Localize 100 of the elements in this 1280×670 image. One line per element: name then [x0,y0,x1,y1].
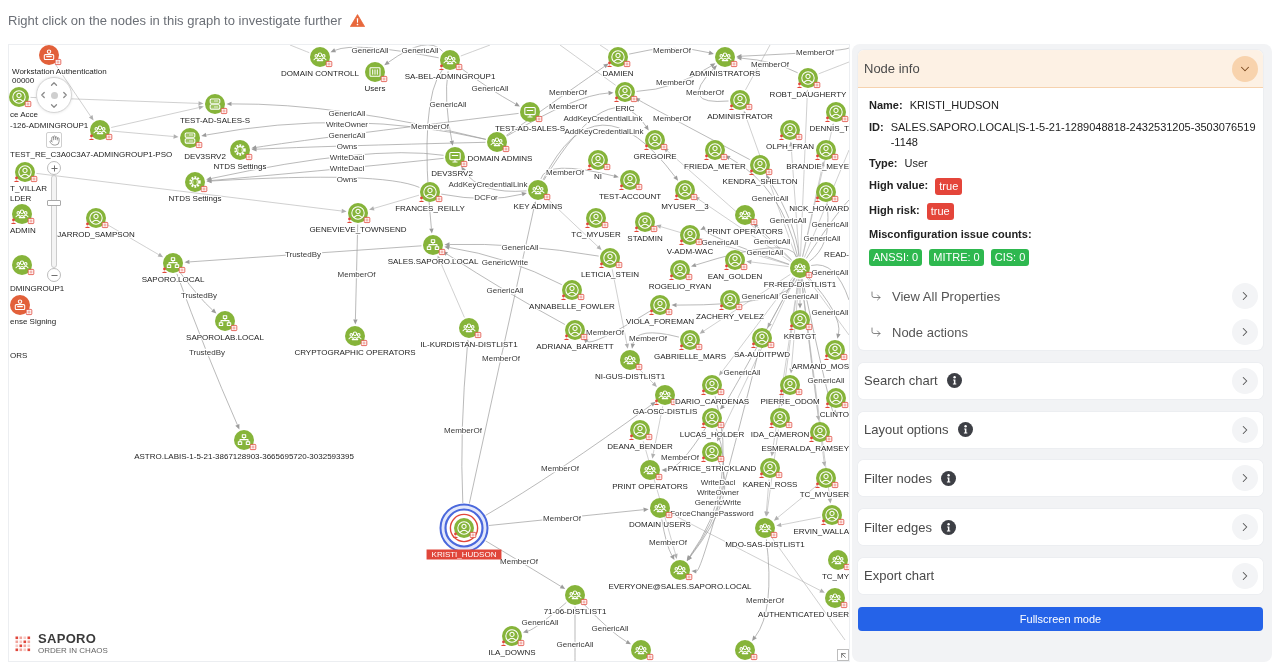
info-icon[interactable] [957,422,973,438]
user-node[interactable] [702,375,722,395]
group-node[interactable] [90,120,110,140]
hierarchy-node[interactable] [163,253,183,273]
user-node[interactable] [454,518,474,538]
zoom-slider-thumb[interactable] [47,199,61,206]
section-title[interactable]: Layout options [864,422,949,438]
group-node[interactable] [825,588,845,608]
zoom-out-button[interactable] [47,268,61,282]
user-node[interactable] [588,150,608,170]
info-icon[interactable] [940,470,956,486]
group-node[interactable] [735,205,755,225]
user-node[interactable] [86,208,106,228]
user-node[interactable] [725,250,745,270]
group-node[interactable] [565,585,585,605]
user-node[interactable] [615,82,635,102]
user-node[interactable] [705,140,725,160]
computer-node[interactable] [445,147,465,167]
user-node[interactable] [420,182,440,202]
gear-node[interactable] [185,172,205,192]
info-icon[interactable] [940,519,956,535]
user-node[interactable] [816,468,836,488]
group-node[interactable] [487,132,507,152]
user-node[interactable] [608,47,628,67]
server-node[interactable] [180,128,200,148]
group-node[interactable] [828,550,848,570]
user-node[interactable] [760,458,780,478]
user-node[interactable] [816,182,836,202]
corner-arrow-button[interactable] [837,649,849,661]
computer-node[interactable] [520,102,540,122]
user-node[interactable] [635,212,655,232]
user-node[interactable] [586,208,606,228]
user-node[interactable] [675,180,695,200]
fullscreen-button[interactable]: Fullscreen mode [858,606,1263,631]
hierarchy-node[interactable] [423,235,443,255]
group-node[interactable] [650,498,670,518]
zoom-in-button[interactable] [47,161,61,175]
user-node[interactable] [702,442,722,462]
user-node[interactable] [826,388,846,408]
hierarchy-node[interactable] [215,311,235,331]
user-node[interactable] [645,130,665,150]
group-node[interactable] [12,204,32,224]
group-node[interactable] [440,50,460,70]
user-node[interactable] [826,102,846,122]
group-node[interactable] [755,518,775,538]
section-title[interactable]: Search chart [864,373,938,389]
user-node[interactable] [348,203,368,223]
user-node[interactable] [790,310,810,330]
user-node[interactable] [780,120,800,140]
pan-control[interactable] [36,77,72,113]
container-node[interactable] [365,62,385,82]
person-card-node[interactable] [39,45,59,65]
user-node[interactable] [562,280,582,300]
user-node[interactable] [780,375,800,395]
user-node[interactable] [600,248,620,268]
user-node[interactable] [15,162,35,182]
user-node[interactable] [9,87,29,107]
user-node[interactable] [798,68,818,88]
group-node[interactable] [735,640,755,660]
user-node[interactable] [750,155,770,175]
group-node[interactable] [715,47,735,67]
group-node[interactable] [670,560,690,580]
user-node[interactable] [680,225,700,245]
user-node[interactable] [810,422,830,442]
section-title[interactable]: Filter nodes [864,470,932,486]
section-title[interactable]: Filter edges [864,519,932,535]
group-node[interactable] [528,180,548,200]
graph-canvas[interactable] [8,44,850,662]
gear-node[interactable] [230,140,250,160]
user-node[interactable] [730,90,750,110]
user-node[interactable] [770,408,790,428]
group-node[interactable] [310,47,330,67]
group-node[interactable] [345,326,365,346]
user-node[interactable] [720,290,740,310]
user-node[interactable] [825,340,845,360]
user-node[interactable] [565,320,585,340]
group-node[interactable] [640,460,660,480]
user-node[interactable] [630,420,650,440]
user-node[interactable] [702,408,722,428]
user-node[interactable] [752,328,772,348]
user-node[interactable] [502,626,522,646]
server-node[interactable] [205,94,225,114]
group-node[interactable] [790,258,810,278]
user-node[interactable] [620,170,640,190]
person-card-node[interactable] [10,295,30,315]
panel-link[interactable]: Node actions [892,324,968,340]
user-node[interactable] [670,260,690,280]
hierarchy-node[interactable] [234,430,254,450]
group-node[interactable] [655,385,675,405]
group-node[interactable] [631,640,651,660]
user-node[interactable] [822,505,842,525]
info-icon[interactable] [946,373,962,389]
user-node[interactable] [816,140,836,160]
section-title[interactable]: Export chart [864,568,935,584]
group-node[interactable] [459,318,479,338]
panel-link[interactable]: View All Properties [892,288,1001,304]
user-node[interactable] [650,295,670,315]
group-node[interactable] [620,350,640,370]
group-node[interactable] [12,255,32,275]
user-node[interactable] [680,330,700,350]
